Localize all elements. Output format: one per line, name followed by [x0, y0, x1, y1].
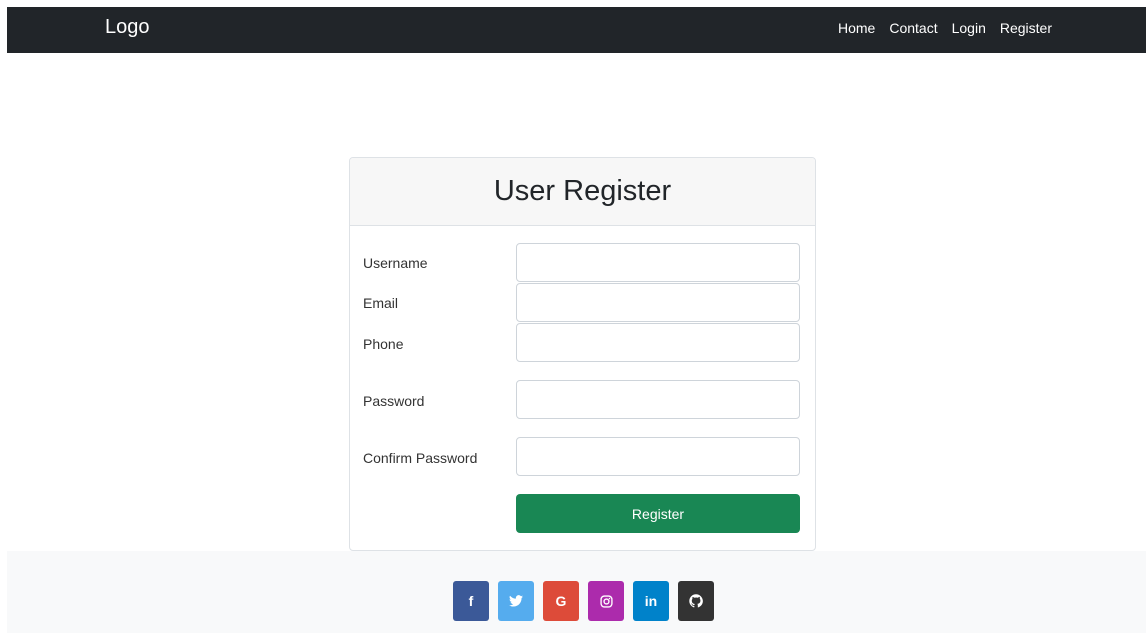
nav-links: Home Contact Login Register — [838, 20, 1052, 36]
register-button[interactable]: Register — [516, 494, 800, 533]
register-card: User Register Username Email Phone Passw… — [349, 157, 816, 551]
facebook-icon: f — [468, 593, 474, 609]
github-button[interactable] — [678, 581, 714, 621]
confirm-password-label: Confirm Password — [363, 450, 478, 466]
footer: f G in — [7, 551, 1146, 633]
phone-label: Phone — [363, 336, 404, 352]
page: Logo Home Contact Login Register User Re… — [0, 0, 1146, 633]
nav-link-register[interactable]: Register — [1000, 20, 1052, 36]
confirm-password-field[interactable] — [516, 437, 800, 476]
facebook-button[interactable]: f — [453, 581, 489, 621]
username-label: Username — [363, 255, 428, 271]
github-icon — [689, 594, 703, 608]
twitter-icon — [509, 595, 523, 607]
card-header: User Register — [350, 158, 815, 226]
linkedin-icon: in — [644, 593, 658, 609]
password-field[interactable] — [516, 380, 800, 419]
navbar: Logo Home Contact Login Register — [7, 7, 1146, 53]
email-label: Email — [363, 295, 399, 311]
twitter-button[interactable] — [498, 581, 534, 621]
nav-link-home[interactable]: Home — [838, 20, 875, 36]
instagram-button[interactable] — [588, 581, 624, 621]
instagram-icon — [599, 594, 613, 608]
nav-link-contact[interactable]: Contact — [889, 20, 937, 36]
google-icon: G — [555, 593, 567, 609]
social-links: f G in — [453, 581, 714, 621]
page-title: User Register — [493, 175, 672, 207]
brand-logo[interactable]: Logo — [105, 16, 150, 39]
linkedin-button[interactable]: in — [633, 581, 669, 621]
email-field[interactable] — [516, 283, 800, 322]
username-field[interactable] — [516, 243, 800, 282]
phone-field[interactable] — [516, 323, 800, 362]
google-button[interactable]: G — [543, 581, 579, 621]
password-label: Password — [363, 393, 425, 409]
nav-link-login[interactable]: Login — [952, 20, 986, 36]
